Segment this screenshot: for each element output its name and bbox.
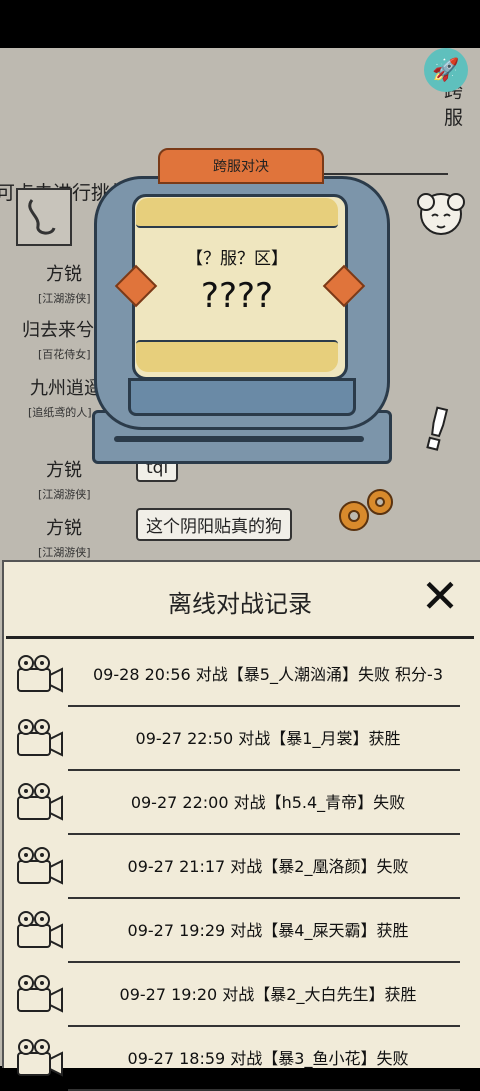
squiggle-icon [28, 199, 56, 235]
film-camera-icon[interactable] [14, 1037, 66, 1081]
scroll-roll-top [136, 198, 338, 228]
server-label: 【？服？区】 [186, 249, 288, 269]
panel-title: 离线对战记录 [168, 590, 312, 618]
status-bar [0, 0, 480, 48]
record-row[interactable]: 09-27 21:17 对战【暴2_凰洛颜】失败 [6, 835, 474, 899]
record-text: 09-27 22:50 对战【暴1_月裳】获胜 [135, 729, 401, 748]
rocket-icon: 🚀 [432, 57, 460, 83]
record-text: 09-28 20:56 对战【暴5_人潮汹涌】失败 积分-3 [93, 665, 443, 684]
girl-avatar-icon[interactable] [416, 186, 466, 242]
chat-name: 方锐 [46, 264, 82, 285]
avatar-frame[interactable] [16, 188, 72, 246]
chat-name: 九州逍遥 [30, 378, 102, 399]
chat-title: [江湖游侠] [38, 546, 91, 559]
record-row[interactable]: 09-27 18:59 对战【暴3_鱼小花】失败 [6, 1027, 474, 1091]
chat-name: 归去来兮 [22, 320, 94, 341]
record-row[interactable]: 09-27 22:50 对战【暴1_月裳】获胜 [6, 707, 474, 771]
record-row[interactable]: 09-27 19:29 对战【暴4_屎天霸】获胜 [6, 899, 474, 963]
machine-panel [128, 378, 356, 416]
film-camera-icon[interactable] [14, 845, 66, 889]
rocket-button[interactable]: 🚀 [424, 48, 468, 92]
chat-title: [江湖游侠] [38, 488, 91, 501]
cross-server-duel-header[interactable]: 跨服对决 [158, 148, 324, 184]
film-camera-icon[interactable] [14, 781, 66, 825]
close-icon: ✕ [420, 569, 460, 623]
film-camera-icon[interactable] [14, 973, 66, 1017]
record-row[interactable]: 09-28 20:56 对战【暴5_人潮汹涌】失败 积分-3 [6, 643, 474, 707]
chat-title: [百花侍女] [38, 348, 91, 361]
scroll-roll-bottom [136, 340, 338, 372]
panel-divider [6, 636, 474, 639]
record-text: 09-27 18:59 对战【暴3_鱼小花】失败 [127, 1049, 409, 1068]
record-text: 09-27 22:00 对战【h5.4_青帝】失败 [130, 793, 406, 812]
machine-slot [114, 436, 364, 442]
chat-name: 方锐 [46, 460, 82, 481]
record-text: 09-27 21:17 对战【暴2_凰洛颜】失败 [127, 857, 409, 876]
chat-title: [江湖游侠] [38, 292, 91, 305]
close-button[interactable]: ✕ [418, 569, 462, 623]
chat-name: 方锐 [46, 518, 82, 539]
record-text: 09-27 19:29 对战【暴4_屎天霸】获胜 [127, 921, 409, 940]
chat-bubble: 这个阴阳贴真的狗 [136, 508, 292, 541]
film-camera-icon[interactable] [14, 717, 66, 761]
gears-icon[interactable] [334, 486, 400, 538]
record-text: 09-27 19:20 对战【暴2_大白先生】获胜 [119, 985, 417, 1004]
record-row[interactable]: 09-27 22:00 对战【h5.4_青帝】失败 [6, 771, 474, 835]
record-row[interactable]: 09-27 19:20 对战【暴2_大白先生】获胜 [6, 963, 474, 1027]
opponent-name: ???? [200, 276, 274, 316]
chat-title: [追纸鸢的人] [28, 406, 92, 419]
film-camera-icon[interactable] [14, 653, 66, 697]
film-camera-icon[interactable] [14, 909, 66, 953]
